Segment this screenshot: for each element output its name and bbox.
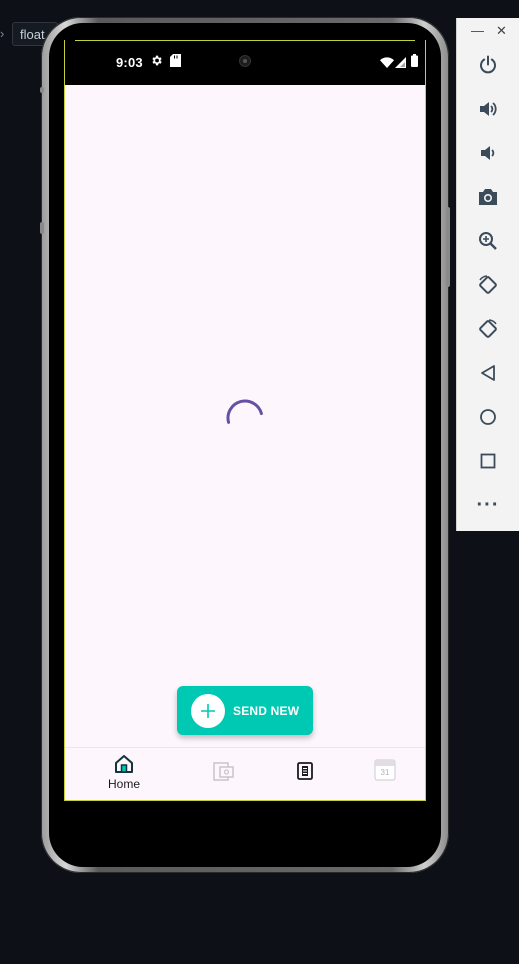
- zoom-icon[interactable]: [476, 229, 500, 253]
- rotate-right-icon[interactable]: [476, 317, 500, 341]
- status-bar: 9:03: [65, 40, 425, 85]
- battery-icon: [411, 54, 418, 72]
- app-content: SEND NEW Home 31: [65, 85, 425, 800]
- nav-item-documents[interactable]: [275, 762, 335, 800]
- bottom-navigation: Home 31: [65, 747, 425, 800]
- send-new-button[interactable]: SEND NEW: [177, 686, 313, 735]
- device-screen: 9:03 SEND NEW Home 31: [64, 40, 426, 801]
- close-icon[interactable]: ✕: [496, 23, 507, 39]
- loading-spinner: [226, 399, 263, 424]
- emulator-toolbar: — ✕ ···: [456, 18, 519, 531]
- status-time: 9:03: [116, 55, 143, 70]
- rotate-left-icon[interactable]: [476, 273, 500, 297]
- minimize-icon[interactable]: —: [471, 23, 484, 38]
- signal-icon: [395, 55, 406, 73]
- send-new-label: SEND NEW: [233, 703, 300, 718]
- nav-item-calendar[interactable]: 31: [355, 759, 415, 800]
- document-icon: [297, 762, 313, 784]
- home-icon[interactable]: [476, 405, 500, 429]
- money-transfer-icon: [213, 762, 235, 786]
- volume-up-icon[interactable]: [476, 97, 500, 121]
- back-icon[interactable]: [476, 361, 500, 385]
- plus-icon: [191, 693, 225, 728]
- overview-icon[interactable]: [476, 449, 500, 473]
- front-camera: [239, 55, 251, 67]
- nav-item-transfer[interactable]: [194, 762, 254, 800]
- nav-item-home[interactable]: Home: [94, 754, 154, 798]
- calendar-icon: 31: [374, 759, 396, 781]
- wifi-icon: [380, 55, 394, 73]
- sd-card-icon: [170, 54, 181, 72]
- chevron-right-icon: ›: [0, 26, 5, 41]
- settings-icon: [150, 54, 163, 72]
- nav-label-home: Home: [107, 777, 140, 791]
- volume-down-icon[interactable]: [476, 141, 500, 165]
- more-icon[interactable]: ···: [476, 493, 500, 517]
- home-icon: [94, 754, 154, 776]
- camera-icon[interactable]: [476, 185, 500, 209]
- calendar-date: 31: [380, 768, 390, 777]
- power-icon[interactable]: [476, 53, 500, 77]
